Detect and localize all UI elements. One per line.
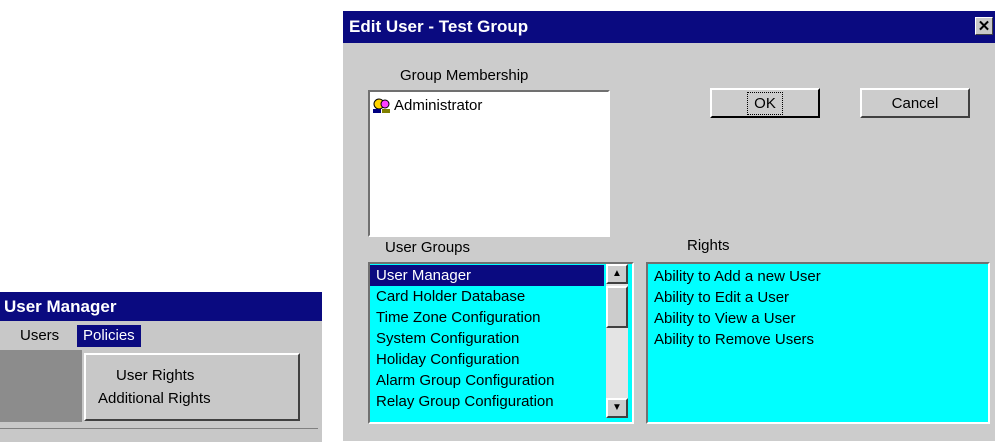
menu-policies[interactable]: Policies — [77, 325, 141, 347]
list-item-alarm-group-configuration[interactable]: Alarm Group Configuration — [370, 370, 604, 391]
rights-item[interactable]: Ability to Add a new User — [654, 266, 821, 287]
list-item-card-holder-database[interactable]: Card Holder Database — [370, 286, 604, 307]
ok-button-label: OK — [747, 92, 783, 115]
edit-user-dialog: Edit User - Test Group ✕ Group Membershi… — [343, 11, 995, 441]
list-item-relay-group-configuration[interactable]: Relay Group Configuration — [370, 391, 604, 412]
status-bar — [0, 428, 318, 441]
list-item-user-manager[interactable]: User Manager — [370, 265, 604, 286]
policies-dropdown: User Rights Additional Rights — [84, 353, 300, 421]
dialog-title: Edit User - Test Group — [349, 17, 529, 36]
close-icon[interactable]: ✕ — [975, 17, 993, 35]
user-groups-list[interactable]: User Manager Card Holder Database Time Z… — [368, 262, 634, 424]
scrollbar[interactable]: ▲ ▼ — [606, 264, 628, 418]
scroll-up-arrow-icon[interactable]: ▲ — [606, 264, 628, 284]
ok-button[interactable]: OK — [710, 88, 820, 118]
list-item-system-configuration[interactable]: System Configuration — [370, 328, 604, 349]
user-manager-title: User Manager — [0, 292, 322, 321]
rights-item[interactable]: Ability to Edit a User — [654, 287, 789, 308]
scroll-thumb[interactable] — [606, 286, 628, 328]
menu-item-additional-rights[interactable]: Additional Rights — [98, 388, 211, 410]
user-manager-window: User Manager Users Policies User Rights … — [0, 292, 322, 442]
list-item[interactable]: Administrator — [372, 96, 482, 116]
group-membership-item: Administrator — [394, 97, 483, 114]
rights-label: Rights — [687, 237, 730, 254]
list-item-time-zone-configuration[interactable]: Time Zone Configuration — [370, 307, 604, 328]
menu-users[interactable]: Users — [14, 325, 65, 347]
rights-item[interactable]: Ability to View a User — [654, 308, 795, 329]
cancel-button[interactable]: Cancel — [860, 88, 970, 118]
dialog-title-bar: Edit User - Test Group ✕ — [343, 11, 995, 43]
scroll-down-arrow-icon[interactable]: ▼ — [606, 398, 628, 418]
workspace-area — [0, 350, 82, 422]
group-membership-list[interactable]: Administrator — [368, 90, 610, 237]
menu-item-user-rights[interactable]: User Rights — [116, 365, 194, 387]
menu-bar: Users Policies — [0, 323, 322, 349]
user-groups-label: User Groups — [385, 239, 471, 256]
rights-list[interactable]: Ability to Add a new User Ability to Edi… — [646, 262, 990, 424]
rights-item[interactable]: Ability to Remove Users — [654, 329, 814, 350]
list-item-holiday-configuration[interactable]: Holiday Configuration — [370, 349, 604, 370]
administrator-group-icon — [372, 98, 392, 114]
group-membership-label: Group Membership — [400, 67, 529, 84]
